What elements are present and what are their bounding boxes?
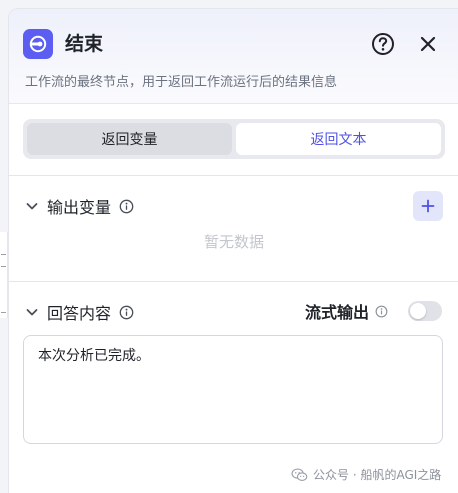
output-section-header[interactable]: 输出变量: [25, 194, 134, 218]
stream-output-label: 流式输出: [305, 303, 370, 322]
answer-section-title: 回答内容: [47, 304, 112, 323]
plus-icon: [421, 199, 435, 213]
info-icon[interactable]: [375, 305, 388, 318]
close-icon: [420, 36, 436, 52]
empty-state-text: 暂无数据: [203, 233, 264, 251]
end-node-icon: [23, 29, 53, 59]
answer-content-text: 本次分析已完成。: [38, 348, 150, 364]
divider: [9, 175, 458, 176]
panel-header: 结束 工作流的最终节点，用于返回工作流运行后的结果信息: [9, 9, 458, 104]
add-variable-button[interactable]: [413, 191, 443, 221]
close-button[interactable]: [415, 31, 441, 57]
chevron-down-icon: [26, 309, 38, 316]
return-mode-segment: 返回变量 返回文本: [23, 119, 445, 159]
wechat-icon: [291, 468, 308, 481]
info-icon[interactable]: [119, 305, 134, 320]
divider: [9, 281, 458, 282]
help-button[interactable]: [370, 31, 396, 57]
help-icon: [372, 33, 394, 55]
canvas-backdrop: [0, 232, 8, 318]
chevron-down-icon: [26, 203, 38, 210]
tab-return-variables[interactable]: 返回变量: [27, 123, 232, 155]
toggle-knob: [410, 303, 426, 319]
tab-return-text[interactable]: 返回文本: [236, 123, 441, 155]
stream-output-toggle[interactable]: [408, 301, 442, 321]
end-node-panel: 结束 工作流的最终节点，用于返回工作流运行后的结果信息 返回变量 返回文本 输出…: [8, 8, 458, 493]
watermark-text: 公众号 · 船帆的AGI之路: [313, 468, 442, 482]
info-icon[interactable]: [119, 199, 134, 214]
node-title: 结束: [65, 33, 104, 55]
answer-section-header[interactable]: 回答内容: [25, 300, 134, 324]
answer-content-editor[interactable]: 本次分析已完成。: [23, 335, 443, 444]
node-description: 工作流的最终节点，用于返回工作流运行后的结果信息: [25, 75, 338, 90]
watermark: 公众号 · 船帆的AGI之路: [291, 466, 441, 483]
stream-output-label-group: 流式输出: [305, 299, 388, 323]
output-section-title: 输出变量: [47, 198, 112, 217]
